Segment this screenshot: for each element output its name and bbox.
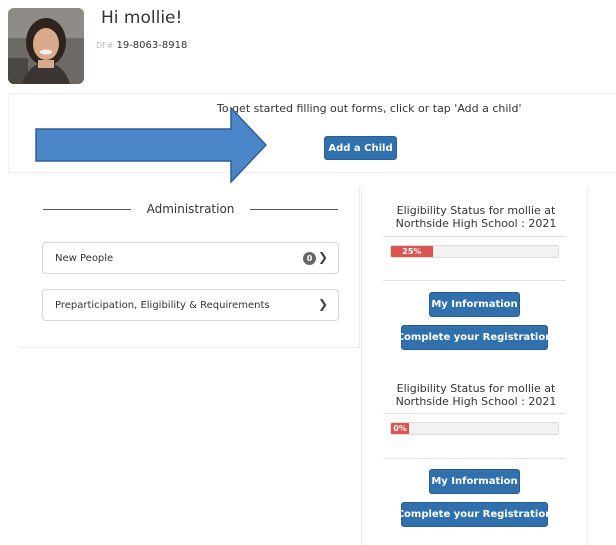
preparticipation-item[interactable]: Preparticipation, Eligibility & Requirem…: [42, 289, 339, 321]
divider: [383, 236, 566, 237]
complete-registration-button[interactable]: Complete your Registration: [397, 502, 552, 527]
eligibility-progress-bar: 25%: [390, 245, 559, 258]
complete-registration-button[interactable]: Complete your Registration: [397, 325, 552, 350]
greeting: Hi mollie!: [101, 8, 183, 28]
divider: [383, 280, 566, 281]
divider: [383, 458, 566, 459]
eligibility-progress-bar: 0%: [390, 422, 559, 435]
my-information-button[interactable]: My Information: [429, 469, 520, 494]
df-number: 19-8063-8918: [116, 40, 188, 51]
header-rule-left: [43, 208, 131, 210]
add-child-button[interactable]: Add a Child: [324, 136, 397, 160]
header-rule-right: [250, 208, 338, 210]
my-information-button[interactable]: My Information: [429, 292, 520, 317]
avatar: [8, 8, 84, 84]
chevron-right-icon: ❯: [317, 297, 328, 311]
eligibility-status-title: Eligibility Status for mollie at Northsi…: [395, 382, 557, 408]
new-people-label: New People: [55, 252, 114, 264]
administration-title: Administration: [146, 202, 235, 216]
profile-photo: [8, 8, 84, 84]
eligibility-status-title: Eligibility Status for mollie at Northsi…: [395, 204, 557, 230]
divider: [383, 413, 566, 414]
progress-fill: 25%: [391, 246, 433, 257]
administration-header: Administration: [43, 200, 338, 218]
count-badge: 0: [303, 252, 316, 265]
right-arrow-annotation: [35, 107, 267, 183]
df-prefix: DF#: [96, 41, 114, 50]
new-people-item[interactable]: New People 0 ❯: [42, 242, 339, 274]
chevron-right-icon: ❯: [317, 250, 328, 264]
preparticipation-label: Preparticipation, Eligibility & Requirem…: [55, 299, 270, 311]
progress-fill: 0%: [391, 423, 409, 434]
df-number-line: DF# 19-8063-8918: [96, 40, 187, 51]
